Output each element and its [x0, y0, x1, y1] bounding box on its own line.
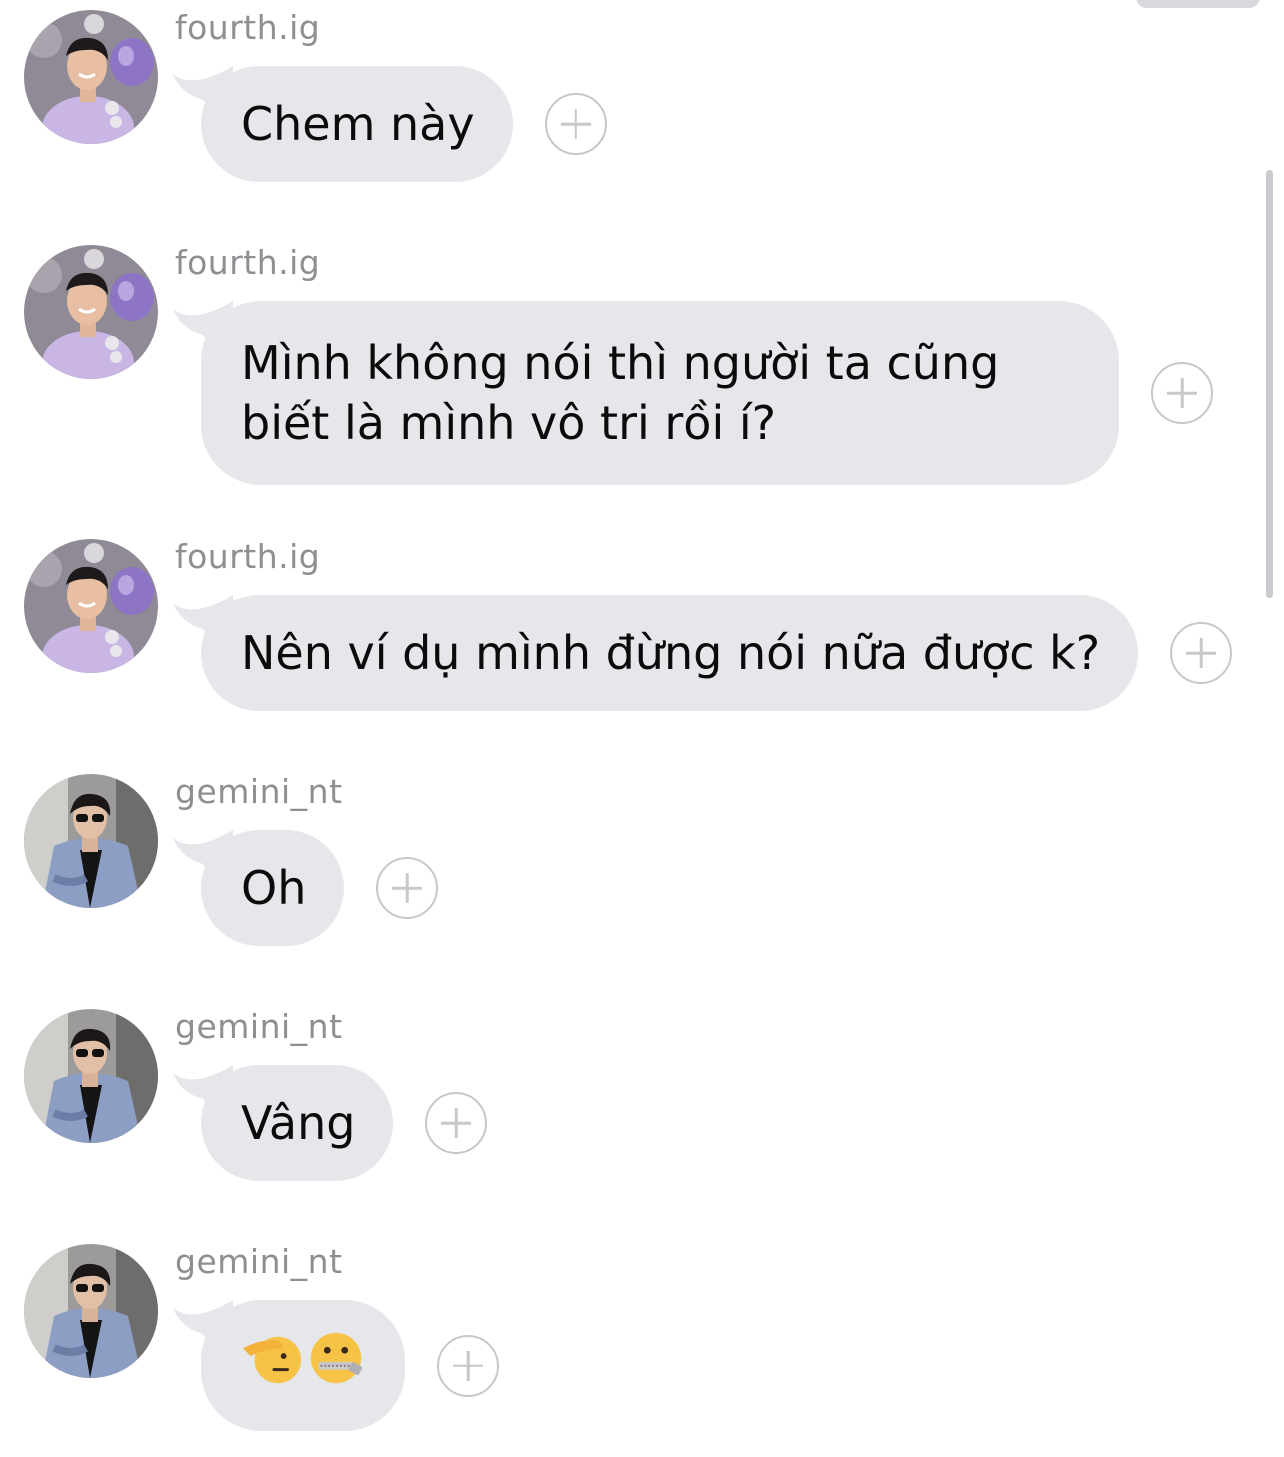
add-reaction-button[interactable]	[425, 1092, 488, 1154]
message-item: gemini_nt Oh	[0, 764, 1260, 964]
sender-name[interactable]: gemini_nt	[175, 1242, 343, 1281]
message-bubble[interactable]: Nên ví dụ mình đừng nói nữa được k?	[173, 595, 1139, 711]
sender-name[interactable]: fourth.ig	[175, 537, 320, 576]
avatar-fourth-image	[24, 245, 158, 379]
message-bubble[interactable]: Oh	[173, 830, 345, 946]
zipper-mouth-face-emoji	[310, 1332, 363, 1384]
add-reaction-button[interactable]	[544, 93, 607, 155]
avatar-gemini-image	[24, 1244, 158, 1378]
bubble-row: Chem này	[173, 66, 607, 182]
saluting-face-emoji	[242, 1336, 302, 1384]
message-item: fourth.ig Mình không nói thì người ta cũ…	[0, 235, 1260, 495]
sender-name[interactable]: gemini_nt	[175, 1007, 343, 1046]
avatar[interactable]	[24, 1244, 158, 1378]
bubble-row	[173, 1300, 499, 1431]
avatar-fourth-image	[24, 10, 158, 144]
message-item: fourth.ig Chem này	[0, 0, 1260, 200]
bubble-tail	[173, 66, 233, 114]
avatar-gemini-image	[24, 774, 158, 908]
bubble-row: Nên ví dụ mình đừng nói nữa được k?	[173, 595, 1233, 711]
sender-name[interactable]: gemini_nt	[175, 772, 343, 811]
message-item: gemini_nt Vâng	[0, 999, 1260, 1199]
message-text: Mình không nói thì người ta cũng biết là…	[241, 336, 1000, 450]
add-reaction-button[interactable]	[1170, 622, 1233, 684]
add-reaction-button[interactable]	[1151, 362, 1213, 424]
bubble-row: Oh	[173, 830, 439, 946]
avatar-gemini-image	[24, 1009, 158, 1143]
avatar[interactable]	[24, 10, 158, 144]
bubble-tail	[173, 301, 233, 349]
add-reaction-button[interactable]	[376, 857, 439, 919]
bubble-row: Vâng	[173, 1065, 488, 1181]
avatar[interactable]	[24, 245, 158, 379]
sender-name[interactable]: fourth.ig	[175, 8, 320, 47]
bubble-row: Mình không nói thì người ta cũng biết là…	[173, 301, 1213, 485]
message-item: fourth.ig Nên ví dụ mình đừng nói nữa đư…	[0, 529, 1260, 729]
scrollbar[interactable]	[1266, 170, 1273, 598]
message-text: Vâng	[241, 1096, 356, 1150]
message-bubble[interactable]: Vâng	[173, 1065, 394, 1181]
message-bubble[interactable]	[173, 1300, 405, 1431]
message-bubble[interactable]: Chem này	[173, 66, 513, 182]
add-reaction-button[interactable]	[437, 1334, 499, 1397]
message-text: Oh	[241, 861, 307, 915]
message-text: Nên ví dụ mình đừng nói nữa được k?	[241, 626, 1101, 680]
message-item: gemini_nt	[0, 1234, 1260, 1434]
bubble-tail	[173, 1300, 233, 1348]
bubble-tail	[173, 1065, 233, 1113]
message-text: Chem này	[241, 97, 475, 151]
bubble-tail	[173, 595, 233, 643]
avatar[interactable]	[24, 774, 158, 908]
sender-name[interactable]: fourth.ig	[175, 243, 320, 282]
avatar[interactable]	[24, 1009, 158, 1143]
message-bubble[interactable]: Mình không nói thì người ta cũng biết là…	[173, 301, 1119, 485]
avatar[interactable]	[24, 539, 158, 673]
emoji-group	[241, 1328, 367, 1388]
avatar-fourth-image	[24, 539, 158, 673]
bubble-tail	[173, 830, 233, 878]
